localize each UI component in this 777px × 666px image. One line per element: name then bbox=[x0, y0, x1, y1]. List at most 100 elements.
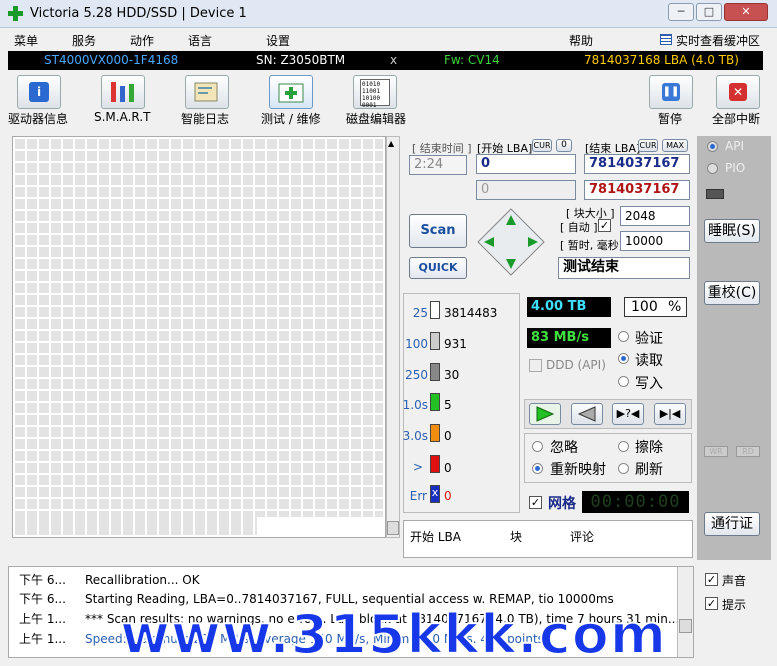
timeout-label: [ 暂时, 毫秒] bbox=[560, 239, 624, 252]
auto-label: [ 自动 ] bbox=[560, 221, 598, 234]
menu-settings[interactable]: 设置 bbox=[266, 32, 290, 49]
log-scrollbar[interactable] bbox=[677, 567, 693, 657]
rewind-icon bbox=[577, 406, 596, 422]
erase-radio[interactable] bbox=[618, 441, 629, 452]
start-cur-button[interactable]: CUR bbox=[532, 139, 552, 152]
end-time-input[interactable]: 2:24 bbox=[409, 155, 467, 175]
app-cross-icon bbox=[8, 6, 23, 21]
menu-action[interactable]: 动作 bbox=[130, 32, 154, 49]
ignore-radio[interactable] bbox=[532, 441, 543, 452]
right-panel bbox=[697, 136, 771, 560]
menu-language[interactable]: 语言 bbox=[188, 32, 212, 49]
start-zero-button[interactable]: 0 bbox=[556, 139, 572, 152]
scan-map-scrollbar[interactable]: ▲ bbox=[386, 136, 400, 538]
smart-button[interactable] bbox=[101, 75, 145, 109]
write-radio[interactable] bbox=[618, 376, 629, 387]
refresh-radio[interactable] bbox=[618, 463, 629, 474]
play-button[interactable] bbox=[529, 403, 561, 425]
abort-label: 全部中断 bbox=[712, 112, 761, 126]
recalibrate-button[interactable]: 重校(C) bbox=[704, 281, 760, 305]
end-lba-input[interactable]: 7814037167 bbox=[584, 154, 690, 174]
scan-map bbox=[12, 136, 386, 538]
disk-editor-button[interactable]: 01010 11001 10100 0001 bbox=[353, 75, 397, 109]
status-select[interactable]: 测试结束 bbox=[558, 257, 690, 279]
device-bar: ST4000VX000-1F4168 SN: Z3050BTM x Fw: CV… bbox=[8, 51, 763, 70]
scan-map-blocks bbox=[15, 139, 383, 517]
read-radio[interactable] bbox=[618, 353, 629, 364]
timer-display: 00:00:00 bbox=[582, 491, 689, 513]
skip-button[interactable]: ▶?◀ bbox=[612, 403, 644, 425]
maximize-button[interactable]: □ bbox=[696, 3, 722, 21]
stat-25-label: 25 bbox=[412, 306, 428, 320]
close-button[interactable]: ✕ bbox=[724, 3, 768, 21]
stat-err-count: 0 bbox=[444, 489, 452, 503]
pause-icon: ❚❚ bbox=[662, 83, 680, 101]
stat-250-label: 250 bbox=[405, 368, 428, 382]
device-lba: 7814037168 LBA (4.0 TB) bbox=[584, 53, 739, 67]
erase-label: 擦除 bbox=[635, 440, 663, 456]
stat-25-swatch bbox=[430, 301, 440, 319]
test-repair-button[interactable] bbox=[269, 75, 313, 109]
drive-info-button[interactable]: i bbox=[17, 75, 61, 109]
info-icon: i bbox=[29, 82, 49, 102]
buffer-icon bbox=[660, 34, 672, 45]
stat-gt-label: > bbox=[412, 460, 423, 474]
minimize-button[interactable]: ─ bbox=[668, 3, 694, 21]
device-model[interactable]: ST4000VX000-1F4168 bbox=[44, 53, 178, 67]
hints-label: 提示 bbox=[722, 598, 747, 612]
stat-250-swatch bbox=[430, 363, 440, 381]
scroll-up-arrow[interactable]: ▲ bbox=[388, 139, 394, 148]
auto-checkbox[interactable]: ✓ bbox=[598, 219, 611, 232]
col-start-lba[interactable]: 开始 LBA bbox=[410, 528, 461, 545]
medkit-icon bbox=[278, 83, 304, 103]
col-comment[interactable]: 评论 bbox=[570, 528, 594, 545]
sleep-button[interactable]: 睡眠(S) bbox=[704, 219, 760, 243]
stat-gt-swatch bbox=[430, 455, 440, 473]
play-icon bbox=[536, 406, 555, 422]
watermark: www.315kkk.com bbox=[119, 602, 668, 666]
menu-live-buffer[interactable]: 实时查看缓冲区 bbox=[676, 32, 760, 49]
smart-label: S.M.A.R.T bbox=[94, 110, 151, 124]
verify-radio[interactable] bbox=[618, 331, 629, 342]
scan-button[interactable]: Scan bbox=[409, 214, 467, 248]
start-lba-input[interactable]: 0 bbox=[476, 154, 576, 174]
end-cur-button[interactable]: CUR bbox=[638, 139, 658, 152]
menu-help[interactable]: 帮助 bbox=[569, 32, 593, 49]
menu-service[interactable]: 服务 bbox=[72, 32, 96, 49]
pause-label: 暂停 bbox=[658, 112, 683, 126]
direction-pad-icon[interactable] bbox=[476, 207, 546, 277]
end-max-button[interactable]: MAX bbox=[662, 139, 688, 152]
write-label: 写入 bbox=[635, 376, 663, 392]
api-radio[interactable] bbox=[707, 141, 718, 152]
stat-3s-count: 0 bbox=[444, 429, 452, 443]
ddd-checkbox[interactable] bbox=[529, 359, 542, 372]
sound-checkbox[interactable]: ✓ bbox=[705, 573, 718, 586]
quick-button[interactable]: QUICK bbox=[409, 257, 467, 279]
log-icon bbox=[194, 82, 218, 102]
menu-menu[interactable]: 菜单 bbox=[14, 32, 38, 49]
col-block[interactable]: 块 bbox=[510, 528, 522, 545]
device-close[interactable]: x bbox=[390, 53, 397, 67]
grid-checkbox[interactable]: ✓ bbox=[529, 496, 542, 509]
smart-log-button[interactable] bbox=[185, 75, 229, 109]
disk-editor-label: 磁盘编辑器 bbox=[346, 112, 407, 126]
pause-button[interactable]: ❚❚ bbox=[649, 75, 693, 109]
block-size-select[interactable]: 2048 bbox=[620, 206, 690, 226]
stat-100-count: 931 bbox=[444, 337, 467, 351]
passport-button[interactable]: 通行证 bbox=[704, 512, 760, 536]
binary-icon: 01010 11001 10100 0001 bbox=[360, 79, 390, 109]
hints-checkbox[interactable]: ✓ bbox=[705, 597, 718, 610]
timeout-select[interactable]: 10000 bbox=[620, 231, 690, 251]
wr-indicator: WR bbox=[704, 446, 728, 457]
remap-radio[interactable] bbox=[532, 463, 543, 474]
scroll-thumb[interactable] bbox=[387, 521, 399, 535]
abort-button[interactable]: ✕ bbox=[716, 75, 760, 109]
stat-250-count: 30 bbox=[444, 368, 460, 382]
end-button[interactable]: ▶|◀ bbox=[654, 403, 686, 425]
activity-led bbox=[706, 189, 724, 199]
rewind-button[interactable] bbox=[571, 403, 603, 425]
pio-radio[interactable] bbox=[707, 163, 718, 174]
stat-gt-count: 0 bbox=[444, 461, 452, 475]
log-scroll-thumb[interactable] bbox=[679, 619, 692, 633]
skip-icon: ▶?◀ bbox=[616, 407, 640, 420]
